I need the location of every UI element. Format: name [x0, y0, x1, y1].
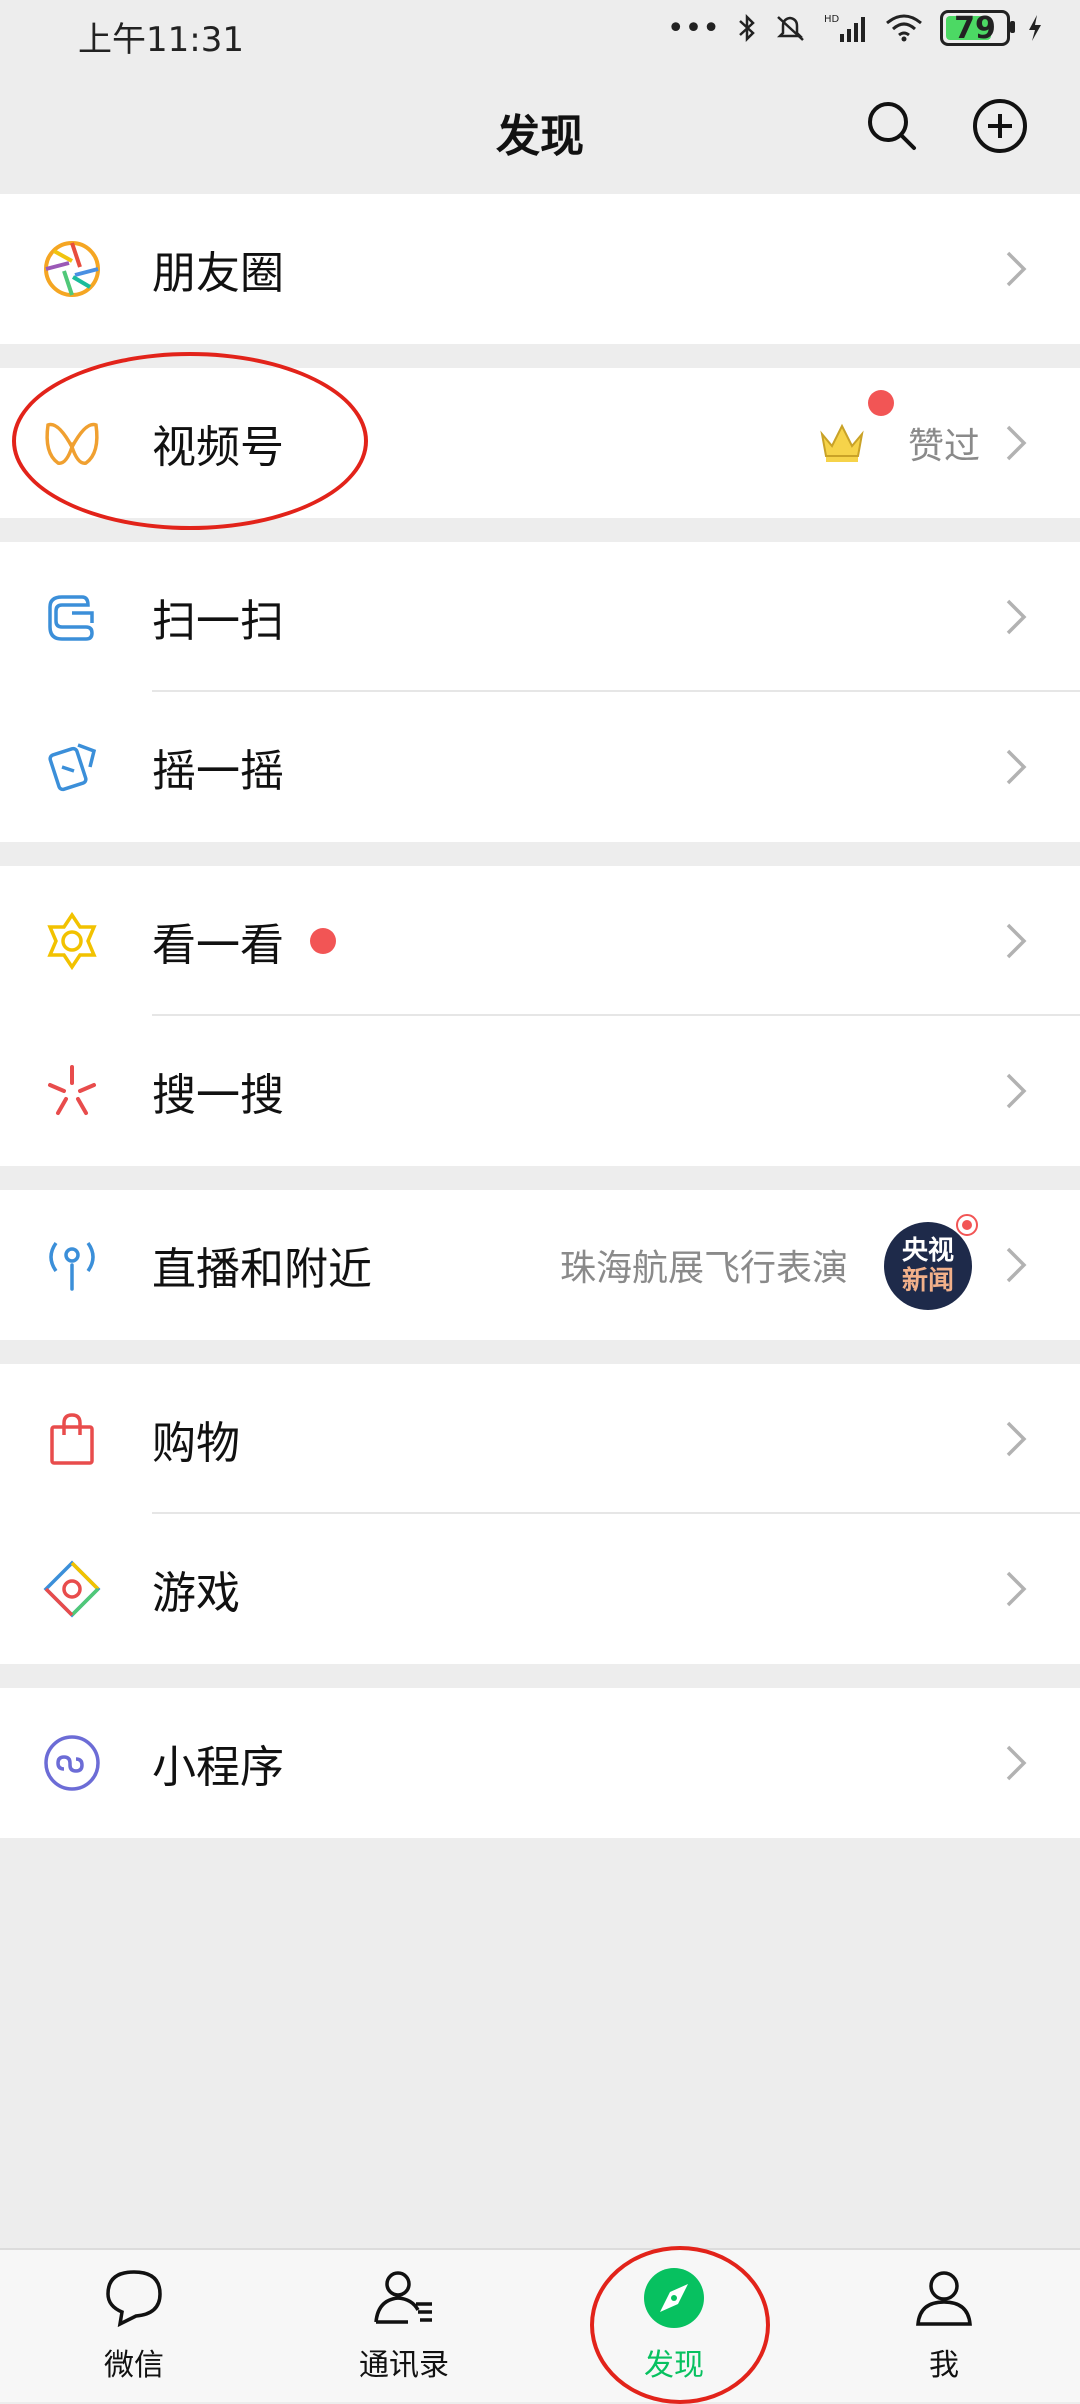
shake-icon: [48, 743, 97, 792]
red-dot-badge: [310, 928, 336, 954]
wifi-icon: [886, 14, 922, 42]
group-mini-programs: 小程序: [0, 1688, 1080, 1838]
shopping-bag-icon: [50, 1413, 94, 1465]
chevron-right-icon: [1006, 1073, 1027, 1109]
menu-item-live-nearby[interactable]: 直播和附近 珠海航展飞行表演 央视 新闻: [0, 1190, 1080, 1340]
status-bar: 上午11:31 ••• HD 79: [0, 0, 1080, 64]
menu-item-moments[interactable]: 朋友圈: [0, 194, 1080, 344]
chevron-right-icon: [1006, 251, 1027, 287]
menu-item-mini-programs[interactable]: 小程序: [0, 1688, 1080, 1838]
menu-label-moments: 朋友圈: [152, 248, 284, 299]
menu-label-live-nearby: 直播和附近: [152, 1244, 372, 1295]
menu-label-top-stories: 看一看: [152, 920, 284, 971]
annotation-circle: [12, 352, 368, 530]
discover-menu: 朋友圈 视频号 赞过 扫一扫 摇一摇 看一看 搜一搜 直播和附近 珠海航展飞行表…: [0, 194, 1080, 1862]
bluetooth-icon: [739, 13, 755, 43]
menu-item-shake[interactable]: 摇一摇: [0, 692, 1080, 842]
me-icon: [916, 2271, 972, 2326]
tab-label-contacts: 通讯录: [359, 2348, 449, 2383]
live-nearby-icon: [49, 1241, 95, 1291]
top-stories-icon: [47, 911, 97, 971]
bottom-tab-bar: 微信 通讯录 发现 我: [0, 2246, 1080, 2404]
svg-text:HD: HD: [824, 14, 840, 25]
group-live-nearby: 直播和附近 珠海航展飞行表演 央视 新闻: [0, 1190, 1080, 1340]
annotation-circle: [590, 2246, 770, 2404]
live-nearby-subtitle: 珠海航展飞行表演: [560, 1248, 849, 1289]
group-stories-search: 看一看 搜一搜: [0, 866, 1080, 1166]
chevron-right-icon: [1006, 923, 1027, 959]
menu-item-games[interactable]: 游戏: [0, 1514, 1080, 1664]
menu-item-channels[interactable]: 视频号 赞过: [0, 352, 1080, 530]
chevron-right-icon: [1006, 1247, 1027, 1283]
avatar: 央视 新闻: [884, 1222, 972, 1310]
tab-label-chats: 微信: [104, 2348, 164, 2383]
crown-icon: [820, 423, 864, 462]
search-spark-icon: [48, 1065, 96, 1115]
avatar-text-top: 央视: [901, 1236, 954, 1266]
group-shopping-games: 购物 游戏: [0, 1364, 1080, 1664]
plus-circle-icon[interactable]: [968, 94, 1032, 158]
tab-label-me: 我: [929, 2348, 959, 2383]
group-scan-shake: 扫一扫 摇一摇: [0, 542, 1080, 842]
chevron-right-icon: [1006, 749, 1027, 785]
more-dots-icon: •••: [666, 10, 720, 46]
group-moments: 朋友圈: [0, 194, 1080, 344]
search-icon[interactable]: [860, 94, 924, 158]
charging-icon: [1029, 15, 1041, 41]
avatar-text-bottom: 新闻: [901, 1266, 954, 1296]
menu-label-games: 游戏: [152, 1568, 240, 1619]
menu-label-mini-programs: 小程序: [152, 1742, 284, 1793]
moments-icon: [44, 241, 100, 297]
battery-icon: 79: [940, 10, 1015, 46]
tab-me[interactable]: 我: [844, 2262, 1044, 2384]
channels-liked-text: 赞过: [908, 426, 981, 467]
menu-label-shake: 摇一摇: [152, 746, 284, 797]
hd-signal-icon: HD: [824, 14, 865, 42]
status-time: 上午11:31: [78, 20, 244, 60]
menu-item-shopping[interactable]: 购物: [0, 1364, 1080, 1514]
chevron-right-icon: [1006, 1571, 1027, 1607]
chevron-right-icon: [1006, 1421, 1027, 1457]
live-indicator: [956, 1214, 978, 1236]
menu-label-shopping: 购物: [152, 1418, 240, 1469]
menu-label-scan: 扫一扫: [152, 596, 284, 647]
chat-icon: [106, 2270, 162, 2328]
menu-item-top-stories[interactable]: 看一看: [0, 866, 1080, 1016]
red-dot-badge: [868, 390, 894, 416]
tab-contacts[interactable]: 通讯录: [304, 2262, 504, 2384]
mini-program-icon: [44, 1735, 100, 1791]
scan-icon: [48, 595, 94, 641]
chevron-right-icon: [1006, 1745, 1027, 1781]
menu-label-search: 搜一搜: [152, 1070, 284, 1121]
header: 发现: [0, 64, 1080, 194]
group-channels: 视频号 赞过: [0, 352, 1080, 530]
games-icon: [43, 1560, 101, 1618]
chevron-right-icon: [1006, 599, 1027, 635]
menu-item-scan[interactable]: 扫一扫: [0, 542, 1080, 692]
battery-level: 79: [954, 10, 996, 46]
menu-item-search[interactable]: 搜一搜: [0, 1016, 1080, 1166]
chevron-right-icon: [1006, 425, 1027, 461]
contacts-icon: [374, 2271, 432, 2324]
mute-icon: [776, 16, 804, 41]
status-icons: ••• HD 79: [667, 10, 1044, 46]
tab-chats[interactable]: 微信: [34, 2262, 234, 2384]
